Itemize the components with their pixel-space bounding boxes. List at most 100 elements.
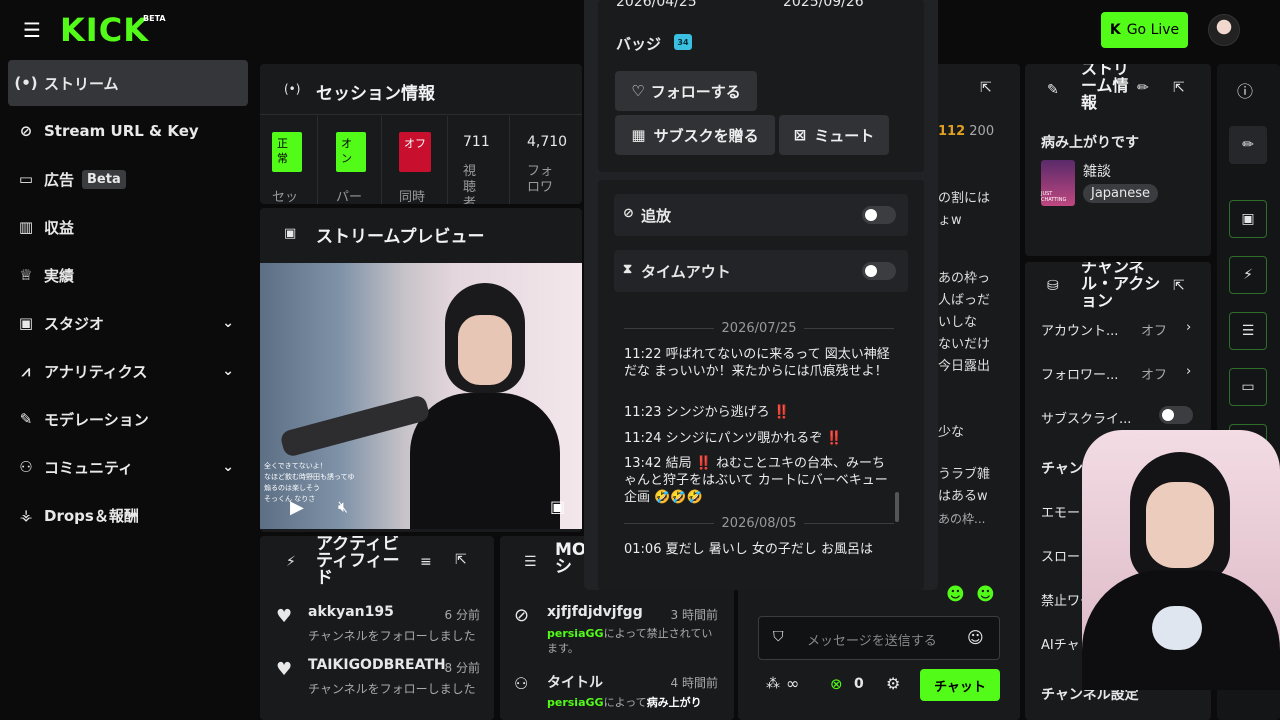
edit-icon[interactable]: ✏ <box>1229 126 1267 164</box>
wrench-icon: ✎ <box>19 410 33 428</box>
stat-simulcast: オフ 同時 <box>382 116 448 204</box>
sidebar-item-stream[interactable]: (•) ストリーム <box>8 60 248 106</box>
chat-input[interactable]: ⛉ メッセージを送信する ☺ <box>758 616 1000 660</box>
actions-icon: ⛁ <box>1047 278 1059 294</box>
edit-icon[interactable]: ✏ <box>1137 80 1149 96</box>
sidebar-item-ads[interactable]: ▭ 広告 Beta <box>8 156 248 202</box>
session-info-panel: (•) セッション情報 正常 セッ オン パー オフ 同時 711 視聴者 4,… <box>260 64 582 204</box>
sidebar-item-drops[interactable]: ⚶ Drops＆報酬 <box>8 492 248 538</box>
list-icon: ☰ <box>524 554 537 570</box>
status-badge: オン <box>336 132 366 172</box>
ban-toggle[interactable] <box>862 206 896 224</box>
stream-info-panel: ✎ ストリーム情報 ✏ ⇱ 病み上がりです JUST CHATTING 雑談 J… <box>1025 64 1211 256</box>
timeout-toggle[interactable] <box>862 262 896 280</box>
sidebar-item-community[interactable]: ⚇ コミュニティ ⌄ <box>8 444 248 490</box>
pip-icon[interactable]: ▣ <box>550 497 565 516</box>
chevron-down-icon: ⌄ <box>222 363 234 379</box>
kick-logo[interactable]: KICK BETA <box>60 12 166 48</box>
sidebar-item-revenue[interactable]: ▥ 収益 <box>8 204 248 250</box>
popout-icon[interactable]: ⇱ <box>980 80 992 96</box>
gear-icon[interactable]: ⚙ <box>886 674 900 693</box>
chat-message: 11:24 シンジにパンツ覗かれるぞ ‼️ <box>624 431 843 446</box>
drops-icon: ⚶ <box>19 506 33 524</box>
filter-icon[interactable]: ≡ <box>420 554 432 570</box>
list-item: ♥ TAIKIGODBREATH 8 分前 チャンネルをフォローしました <box>276 657 480 696</box>
mute-icon: ⊠ <box>793 126 807 144</box>
list-icon[interactable]: ☰ <box>1229 312 1267 350</box>
activity-feed-title: アクティビティフィード <box>316 536 400 588</box>
chevron-right-icon: › <box>1186 364 1192 379</box>
emote-icon[interactable]: ☻ <box>976 584 995 605</box>
points-icon[interactable]: ⁂ <box>766 676 780 692</box>
user-info: 2026/04/25 2025/09/26 バッジ 34 ♡ フォローする ▦ サブ… <box>598 0 924 172</box>
chat-message: 11:23 シンジから逃げろ ‼️ <box>624 405 790 420</box>
popout-icon[interactable]: ⇱ <box>455 552 467 568</box>
kick-coin-icon[interactable]: ⊗ <box>830 675 843 693</box>
category-thumbnail[interactable]: JUST CHATTING <box>1041 160 1075 206</box>
streamer-figure <box>410 283 560 529</box>
activity-feed-panel: ⚡︎ アクティビティフィード ≡ ⇱ ♥ akkyan195 6 分前 チャンネ… <box>260 536 494 720</box>
stat-followers: 4,710 フォロワ <box>527 134 568 195</box>
heart-icon: ♥ <box>276 606 293 627</box>
community-icon: ⚇ <box>514 674 529 693</box>
follow-button[interactable]: ♡ フォローする <box>615 71 757 111</box>
list-item: ⚇ タイトル 4 時間前 persiaGGによって病み上がり <box>514 674 718 709</box>
action-row[interactable]: アカウント... オフ › <box>1041 320 1211 340</box>
subscriber-toggle[interactable] <box>1159 406 1193 424</box>
action-row[interactable]: フォロワー... オフ › <box>1041 364 1211 384</box>
wrench-icon: ✎ <box>1047 82 1059 98</box>
lightning-icon: ⚡︎ <box>286 554 296 570</box>
chevron-down-icon: ⌄ <box>222 315 234 331</box>
community-icon: ⚇ <box>19 458 33 476</box>
mute-icon[interactable]: 🔇︎ <box>338 497 348 517</box>
ban-icon: ⊘ <box>623 206 634 221</box>
chat-message: 13:42 結局 ‼️ ねむことユキの台本、みーちゃんと狩子をはぶいて カートに… <box>624 456 888 505</box>
emoji-icon[interactable]: ☺ <box>967 628 984 647</box>
stream-icon: (•) <box>14 74 38 92</box>
sidebar-item-studio[interactable]: ▣ スタジオ ⌄ <box>8 300 248 346</box>
play-icon[interactable]: ▶ <box>290 497 304 518</box>
ads-icon: ▭ <box>18 170 34 188</box>
link-icon: ⊘ <box>19 122 33 140</box>
chevron-down-icon: ⌄ <box>222 459 234 475</box>
hourglass-icon: ⧗ <box>623 262 633 277</box>
sidebar-item-moderation[interactable]: ✎ モデレーション <box>8 396 248 442</box>
heart-icon: ♡ <box>631 82 645 100</box>
mute-button[interactable]: ⊠ ミュート <box>779 115 889 155</box>
beta-badge: Beta <box>82 169 126 189</box>
gift-sub-button[interactable]: ▦ サブスクを贈る <box>615 115 775 155</box>
studio-icon: ▣ <box>18 314 34 332</box>
popout-icon[interactable]: ⇱ <box>1173 80 1185 96</box>
video-player[interactable]: 全くできてないよ！ なほど飲む時野田も誘ってゆ 煽るのは楽しそう そっくん なり… <box>260 263 582 529</box>
list-item: ⊘ xjfjfdjdvjfgg 3 時間前 persiaGGによって禁止されてい… <box>514 604 718 655</box>
sidebar-item-stream-url[interactable]: ⊘ Stream URL & Key <box>8 108 248 154</box>
stream-preview-title: ストリームプレビュー <box>316 227 485 247</box>
preview-toggle-icon[interactable]: ▣ <box>1229 200 1267 238</box>
send-chat-button[interactable]: チャット <box>920 669 1000 701</box>
chat-message: 01:06 夏だし 暑いし 女の子だし お風呂は <box>624 542 874 557</box>
hamburger-menu-icon[interactable]: ☰ <box>20 18 44 42</box>
analytics-icon: ⩘ <box>21 362 31 380</box>
stream-icon: (•) <box>284 82 301 96</box>
session-info-title: セッション情報 <box>316 84 435 104</box>
sidebar-item-analytics[interactable]: ⩘ アナリティクス ⌄ <box>8 348 248 394</box>
stat-health: 正常 セッ <box>260 116 318 204</box>
heart-icon: ♥ <box>276 659 293 680</box>
scrollbar[interactable] <box>895 492 899 522</box>
chat-icon[interactable]: ▭ <box>1229 368 1267 406</box>
sidebar-item-achievements[interactable]: ♕ 実績 <box>8 252 248 298</box>
info-icon[interactable]: ⓘ <box>1237 78 1253 102</box>
emote-icon[interactable]: ☻ <box>946 584 965 605</box>
ban-toggle-row: ⊘ 追放 <box>614 194 908 236</box>
microphone <box>279 394 431 458</box>
timeout-toggle-row: ⧗ タイムアウト <box>614 250 908 292</box>
avatar[interactable] <box>1208 14 1240 46</box>
ban-icon: ⊘ <box>514 605 530 626</box>
user-popup-card: 2026/04/25 2025/09/26 バッジ 34 ♡ フォローする ▦ サブ… <box>584 0 938 590</box>
stat-partner: オン パー <box>318 116 382 204</box>
go-live-button[interactable]: K Go Live <box>1101 12 1188 48</box>
popout-icon[interactable]: ⇱ <box>1173 278 1185 294</box>
language-badge: Japanese <box>1083 184 1159 203</box>
lightning-icon[interactable]: ⚡︎ <box>1229 256 1267 294</box>
kick-k-icon: K <box>1109 22 1121 38</box>
